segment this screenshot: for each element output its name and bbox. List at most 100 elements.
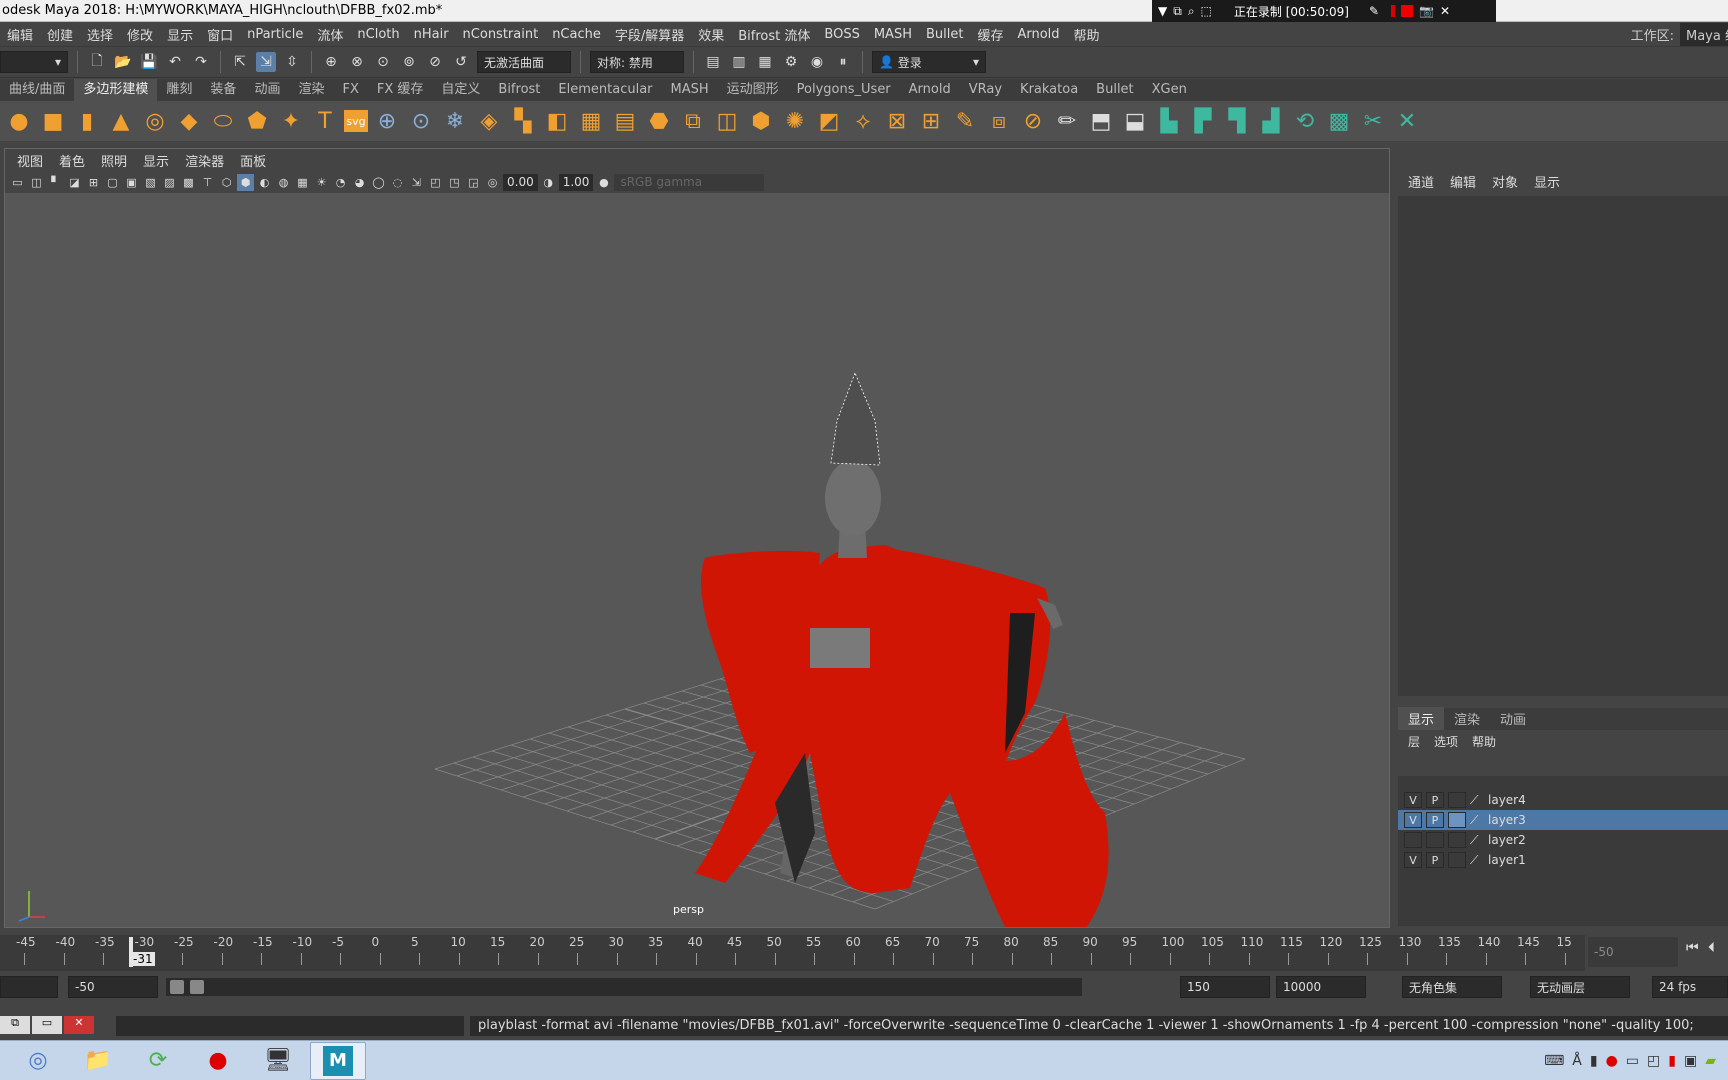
menu-item[interactable]: 帮助 (1067, 25, 1107, 44)
battery-icon[interactable]: ▮ (1668, 1053, 1676, 1069)
layer-row[interactable]: V P ⟋ layer3 (1398, 810, 1728, 830)
safe-title-icon[interactable]: ⊤ (199, 174, 216, 191)
shadow-icon[interactable]: ▦ (294, 174, 311, 191)
menu-item[interactable]: 字段/解算器 (608, 25, 691, 44)
snowflake-icon[interactable]: ❄ (440, 106, 470, 136)
viewport-menu-item[interactable]: 面板 (234, 151, 272, 170)
viewport-menu-item[interactable]: 着色 (53, 151, 91, 170)
dropdown-arrow-icon[interactable]: ▼ (1158, 4, 1167, 18)
save-scene-icon[interactable]: 💾 (139, 52, 159, 72)
visibility-toggle[interactable]: V (1404, 792, 1422, 808)
bridge-icon[interactable]: ▤ (610, 106, 640, 136)
shelf-tab[interactable]: XGen (1143, 79, 1196, 101)
playback-toggle[interactable] (1426, 832, 1444, 848)
mirror-icon[interactable]: ◧ (542, 106, 572, 136)
snap-curve-icon[interactable]: ⊗ (347, 52, 367, 72)
menu-item[interactable]: 显示 (160, 25, 200, 44)
restore-window-icon[interactable]: ⧉ (0, 1016, 30, 1034)
color-management-icon[interactable]: ● (595, 174, 612, 191)
playback-toggle[interactable]: P (1426, 812, 1444, 828)
snap-point-icon[interactable]: ⊙ (373, 52, 393, 72)
shelf-tab[interactable]: VRay (960, 79, 1011, 101)
mel-input[interactable] (116, 1016, 464, 1036)
isolate-icon[interactable]: ⇲ (408, 174, 425, 191)
record-icon[interactable]: ● (190, 1042, 246, 1080)
disc-icon[interactable]: ⬭ (208, 106, 238, 136)
menu-item[interactable]: Bifrost 流体 (731, 25, 817, 44)
separate-icon[interactable]: ▚ (508, 106, 538, 136)
uv-editor-icon[interactable]: ▙ (1154, 106, 1184, 136)
layer-row[interactable]: ⟋ layer2 (1398, 830, 1728, 850)
channelbox-menu-item[interactable]: 显示 (1530, 172, 1564, 191)
goto-start-icon[interactable]: ⏮ (1686, 940, 1699, 956)
viewport-menu-item[interactable]: 显示 (137, 151, 175, 170)
append-icon[interactable]: ◫ (712, 106, 742, 136)
range-end-field[interactable]: 150 (1180, 976, 1270, 998)
stop-icon[interactable] (1401, 5, 1414, 17)
default-light-icon[interactable]: ◐ (256, 174, 273, 191)
menu-item[interactable]: 选择 (80, 25, 120, 44)
chat-icon[interactable]: ▣ (1684, 1053, 1697, 1069)
viewport-menu-item[interactable]: 视图 (11, 151, 49, 170)
cone-icon[interactable]: ▲ (106, 106, 136, 136)
menu-item[interactable]: Arnold (1010, 27, 1066, 42)
anim-layer-dropdown[interactable]: 无动画层 (1530, 976, 1630, 998)
snap-view-icon[interactable]: ⊚ (399, 52, 419, 72)
smooth-icon[interactable]: ⊘ (1018, 106, 1048, 136)
layer-row[interactable]: V P ⟋ layer4 (1398, 790, 1728, 810)
svg-icon[interactable]: svg (344, 110, 368, 132)
monitor-icon[interactable]: ▭ (1626, 1053, 1639, 1069)
layer-menu-item[interactable]: 帮助 (1468, 733, 1500, 750)
nvidia-icon[interactable]: ▰ (1705, 1053, 1716, 1069)
checker-icon[interactable]: ▩ (1324, 106, 1354, 136)
region-icon[interactable]: ⬚ (1201, 4, 1212, 18)
xray-joints-icon[interactable]: ◳ (446, 174, 463, 191)
lights-icon[interactable]: ☀ (313, 174, 330, 191)
menu-item[interactable]: 修改 (120, 25, 160, 44)
camera-uv-icon[interactable]: ▟ (1256, 106, 1286, 136)
pause-icon[interactable] (1391, 5, 1396, 17)
layer-row[interactable]: V P ⟋ layer1 (1398, 850, 1728, 870)
history-icon[interactable]: ↺ (451, 52, 471, 72)
shelf-tab[interactable]: FX (333, 79, 367, 101)
insert-edge-icon[interactable]: ◩ (814, 106, 844, 136)
time-slider[interactable]: -45 -40 -35 -30 -25 -20 -15 -10 -5 0 5 10 15 20 25 30 35… (0, 935, 1585, 971)
cut-uv-icon[interactable]: ✂ (1358, 106, 1388, 136)
ambient-occlusion-icon[interactable]: ◔ (332, 174, 349, 191)
keyboard-icon[interactable]: ⌨ (1544, 1053, 1564, 1069)
snap-surface-icon[interactable]: ⊘ (425, 52, 445, 72)
sew-uv-icon[interactable]: ✕ (1392, 106, 1422, 136)
hypershade-icon[interactable]: ◉ (807, 52, 827, 72)
network-icon[interactable]: ▮ (1590, 1053, 1598, 1069)
menu-set-dropdown[interactable]: ▾ (0, 51, 68, 73)
shelf-tab[interactable]: 动画 (245, 79, 289, 101)
shelf-tab[interactable]: 曲线/曲面 (0, 79, 74, 101)
layer-color-swatch[interactable] (1448, 792, 1466, 808)
bookmark-icon[interactable]: ▘ (47, 174, 64, 191)
layer-tab[interactable]: 渲染 (1444, 707, 1490, 730)
maximize-icon[interactable]: ▭ (32, 1016, 62, 1034)
menu-item[interactable]: 缓存 (970, 25, 1010, 44)
channel-box[interactable] (1398, 196, 1728, 696)
planar-icon[interactable]: ▜ (1222, 106, 1252, 136)
visibility-toggle[interactable]: V (1404, 812, 1422, 828)
menu-item[interactable]: 编辑 (0, 25, 40, 44)
unfold-icon[interactable]: ▛ (1188, 106, 1218, 136)
shelf-tab[interactable]: Bullet (1087, 79, 1142, 101)
scene-end-field[interactable]: 10000 (1276, 976, 1366, 998)
select-hierarchy-icon[interactable]: ⇱ (230, 52, 250, 72)
shelf-tab[interactable]: Bifrost (489, 79, 549, 101)
bevel-icon[interactable]: ⬣ (644, 106, 674, 136)
smooth-shade-icon[interactable]: ⬢ (237, 173, 254, 191)
platonic-icon[interactable]: ⬟ (242, 106, 272, 136)
shelf-tab[interactable]: 自定义 (432, 79, 489, 101)
shelf-tab[interactable]: Krakatoa (1011, 79, 1087, 101)
cylinder-icon[interactable]: ▮ (72, 106, 102, 136)
browser-icon[interactable]: ⟳ (130, 1042, 186, 1080)
terminal-icon[interactable]: 🖥 (250, 1042, 306, 1080)
gamma-icon[interactable]: ◑ (540, 174, 557, 191)
multi-cut-icon[interactable]: ⬢ (746, 106, 776, 136)
playback-toggle[interactable]: P (1426, 792, 1444, 808)
combine-icon[interactable]: ◈ (474, 106, 504, 136)
menu-item[interactable]: nCloth (350, 27, 406, 42)
